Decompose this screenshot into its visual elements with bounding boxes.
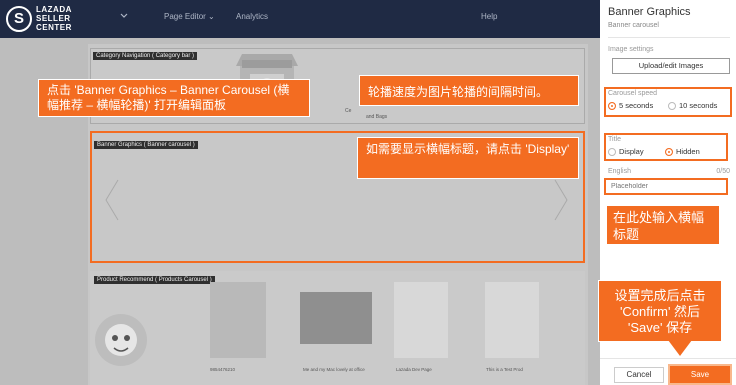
product-recommend-label: Product Recommend ( Products Carousel )	[94, 276, 215, 284]
logo-wordmark: LAZADA SELLER CENTER	[36, 5, 72, 32]
panel-subtitle: Banner carousel	[608, 22, 659, 29]
chevron-right-icon[interactable]	[553, 178, 569, 222]
callout-carousel-speed: 轮播速度为图片轮播的间隔时间。	[359, 75, 579, 106]
product-thumbnail[interactable]	[394, 282, 448, 358]
divider	[608, 37, 730, 38]
lazada-seller-center-logo[interactable]: S LAZADA SELLER CENTER	[6, 5, 72, 32]
english-label: English	[608, 168, 631, 175]
banner-title-input[interactable]	[604, 178, 728, 195]
mascot-illustration-icon	[95, 314, 147, 366]
nav-page-editor[interactable]: Page Editor ⌄	[164, 12, 215, 21]
product-caption: Lazada Dev Page	[396, 367, 432, 372]
product-caption: 9854476210	[210, 367, 236, 372]
panel-title: Banner Graphics	[608, 6, 691, 18]
category-navigation-label: Category Navigation ( Category bar )	[93, 52, 198, 60]
logo-mark: S	[6, 5, 32, 32]
category-caption: and Bags	[366, 114, 388, 120]
title-highlight	[604, 133, 728, 161]
nav-help[interactable]: Help	[481, 12, 497, 21]
category-caption: Ce	[345, 108, 352, 114]
top-nav-bar: S LAZADA SELLER CENTER Page Editor ⌄ Ana…	[0, 0, 600, 38]
logo-line-2: SELLER	[36, 14, 71, 23]
carousel-speed-highlight	[604, 87, 732, 117]
product-thumbnail[interactable]	[300, 292, 372, 344]
page-editor-screen: S LAZADA SELLER CENTER Page Editor ⌄ Ana…	[0, 0, 736, 385]
product-caption: This is a Test Prod	[486, 367, 523, 372]
image-settings-label: Image settings	[608, 46, 654, 53]
cancel-button[interactable]: Cancel	[614, 367, 664, 383]
save-button[interactable]: Save	[668, 364, 732, 385]
callout-open-panel: 点击 'Banner Graphics – Banner Carousel (横…	[38, 79, 310, 117]
divider	[600, 358, 736, 359]
callout-enter-title: 在此处输入横幅标题	[606, 205, 720, 245]
product-thumbnail[interactable]	[485, 282, 539, 358]
logo-line-1: LAZADA	[36, 5, 72, 14]
pointer-arrow	[668, 340, 692, 356]
product-caption: Me and my Mac lovely at office	[303, 367, 365, 372]
character-counter: 0/50	[716, 168, 730, 175]
callout-display-title: 如需要显示横幅标题，请点击 'Display'	[357, 137, 579, 179]
upload-images-button[interactable]: Upload/edit Images	[612, 58, 730, 74]
product-thumbnail[interactable]	[210, 282, 266, 358]
logo-line-3: CENTER	[36, 23, 72, 32]
nav-analytics[interactable]: Analytics	[236, 12, 268, 21]
callout-confirm-save: 设置完成后点击 'Confirm' 然后 'Save' 保存	[598, 280, 722, 342]
chevron-down-icon[interactable]	[119, 11, 129, 21]
banner-graphics-label: Banner Graphics ( Banner carousel )	[94, 141, 198, 149]
chevron-left-icon[interactable]	[104, 178, 120, 222]
